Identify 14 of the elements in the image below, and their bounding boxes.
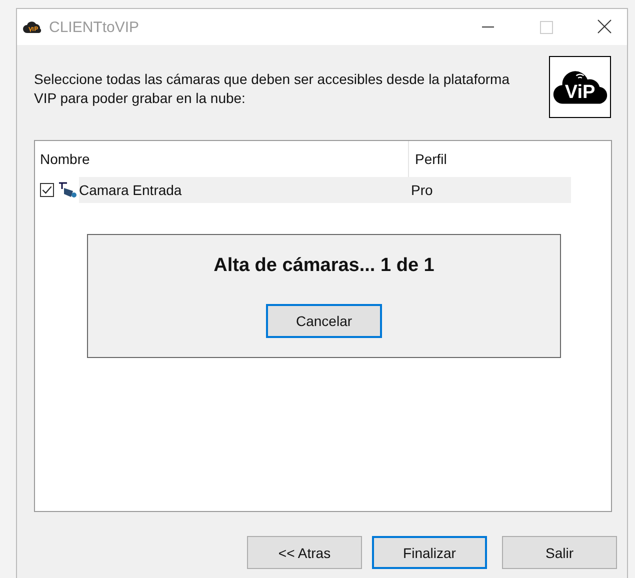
dialog-button[interactable]: Finalizar [372, 536, 487, 569]
table-cell-text: Camara Entrada [79, 182, 183, 198]
column-header[interactable]: Perfil [409, 141, 569, 177]
table-cell-text: Pro [410, 182, 434, 198]
dialog-button[interactable]: Salir [502, 536, 617, 569]
progress-message: Alta de cámaras... 1 de 1 [214, 255, 434, 277]
checkbox[interactable] [40, 183, 54, 197]
cloud-icon [23, 20, 43, 34]
camera-icon [57, 180, 79, 200]
dialog-button[interactable]: << Atras [247, 536, 362, 569]
window-title: CLIENTtoVIP [49, 18, 140, 36]
logo: ViP [549, 56, 611, 118]
cancel-button[interactable]: Cancelar [266, 304, 382, 338]
instructions-text: Seleccione todas las cámaras que deben ser accesibles desde la plataforma VIP para poder grabar en la nube: [34, 70, 511, 108]
